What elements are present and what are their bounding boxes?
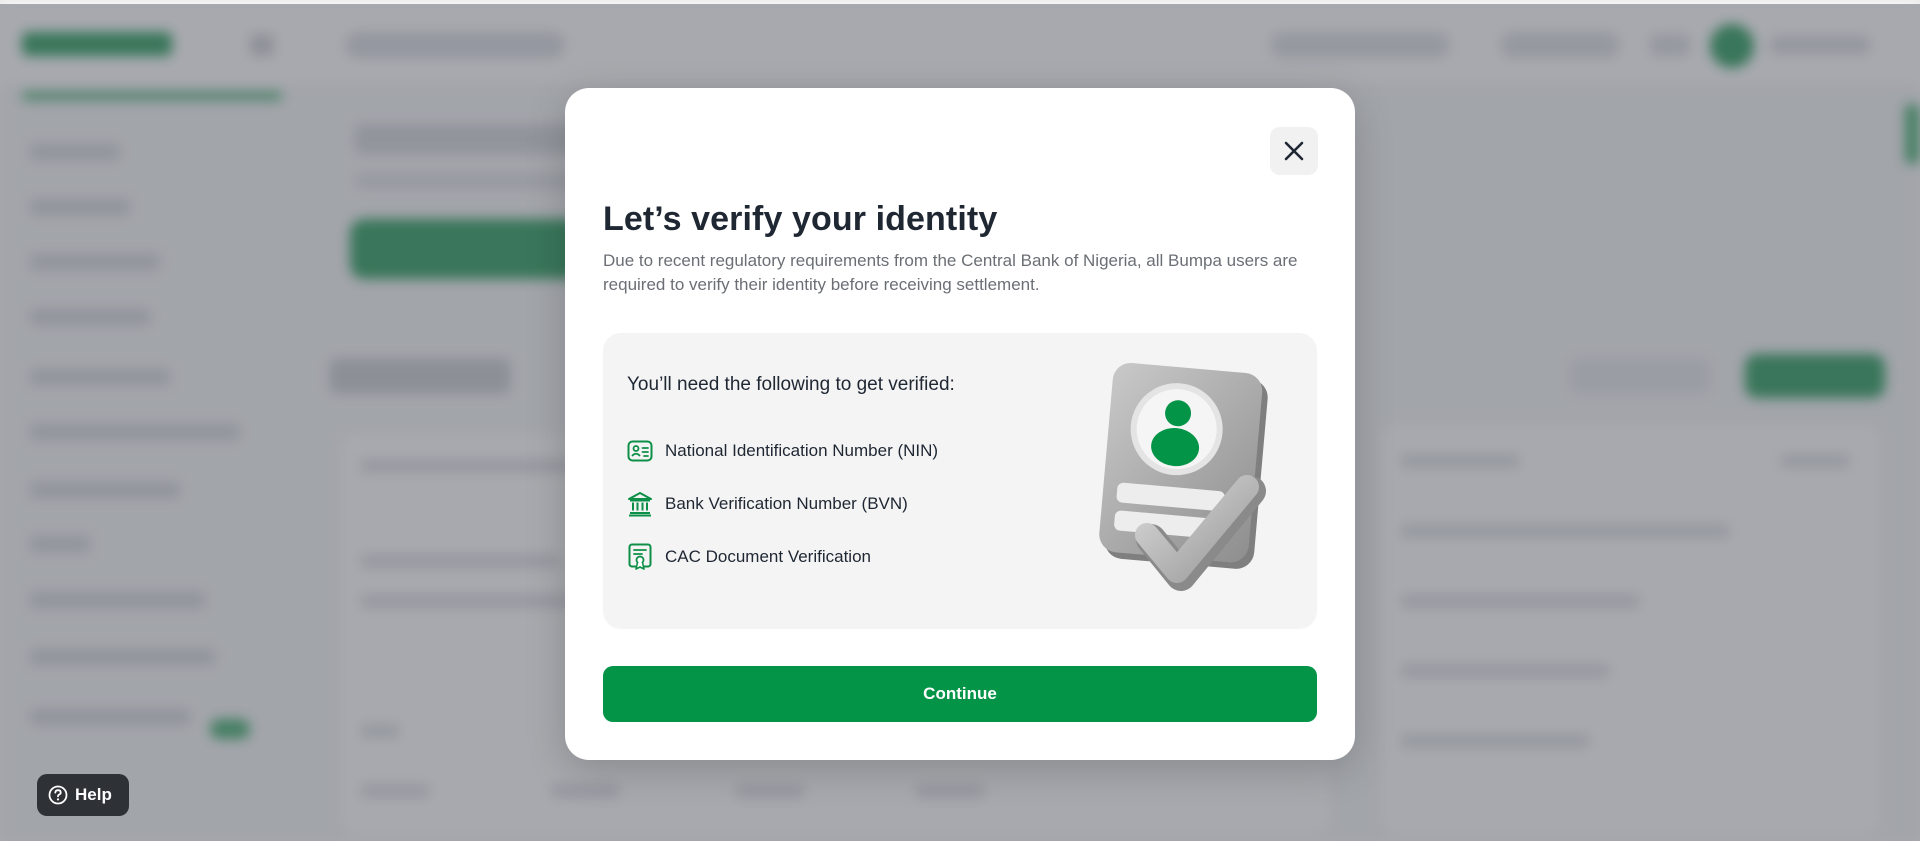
requirement-label: Bank Verification Number (BVN): [665, 494, 908, 513]
requirement-item-bvn: Bank Verification Number (BVN): [627, 490, 908, 518]
question-circle-icon: [47, 784, 69, 806]
requirement-label: National Identification Number (NIN): [665, 441, 939, 460]
requirement-item-cac: CAC Document Verification: [627, 543, 871, 571]
id-card-icon: [627, 438, 653, 464]
requirements-heading: You’ll need the following to get verifie…: [627, 374, 955, 395]
help-label: Help: [75, 785, 112, 804]
close-button[interactable]: [1270, 127, 1318, 175]
requirement-label: CAC Document Verification: [665, 547, 871, 566]
help-button[interactable]: Help: [37, 774, 129, 816]
bank-icon: [627, 491, 653, 517]
close-icon: [1284, 141, 1304, 161]
modal-title: Let’s verify your identity: [603, 200, 998, 238]
verified-id-illustration: [1099, 362, 1268, 591]
requirements-card: You’ll need the following to get verifie…: [603, 333, 1317, 629]
verify-identity-modal: Let’s verify your identity Due to recent…: [565, 88, 1355, 760]
certificate-icon: [627, 543, 653, 570]
requirement-item-nin: National Identification Number (NIN): [627, 437, 938, 465]
modal-description: Due to recent regulatory requirements fr…: [603, 251, 1298, 294]
continue-button[interactable]: Continue: [603, 666, 1317, 722]
